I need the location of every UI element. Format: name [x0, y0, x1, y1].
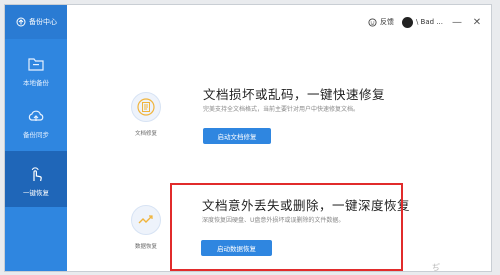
screen-frame: 备份中心 本地备份 备份同步 一键恢复 反馈 \ Bad ... — ✕ 文档修… [0, 0, 500, 275]
close-icon: ✕ [472, 16, 482, 28]
sidebar-item-one-click-restore[interactable]: 一键恢复 [5, 151, 67, 207]
feedback-button[interactable]: 反馈 [368, 17, 394, 27]
start-document-repair-button[interactable]: 启动文档修复 [203, 128, 271, 144]
card-caption: 文档修复 [134, 131, 157, 137]
avatar [401, 16, 413, 28]
data-recovery-icon [131, 205, 161, 235]
folder-icon [28, 58, 44, 71]
feedback-label: 反馈 [379, 18, 394, 26]
backup-logo-icon [16, 17, 26, 27]
hand-click-icon [31, 167, 42, 182]
close-button[interactable]: ✕ [471, 16, 483, 28]
sidebar-item-backup-sync[interactable]: 备份同步 [5, 99, 67, 151]
minimize-icon: — [452, 16, 462, 28]
highlight-box [170, 183, 403, 271]
sidebar-item-label: 一键恢复 [23, 189, 49, 197]
user-name: \ Bad ... [415, 18, 443, 26]
cloud-upload-icon [28, 110, 44, 121]
minimize-button[interactable]: — [451, 16, 463, 28]
sidebar: 备份中心 本地备份 备份同步 一键恢复 [5, 5, 67, 271]
user-menu[interactable]: \ Bad ... [401, 16, 443, 28]
document-icon [137, 98, 155, 116]
app-title: 备份中心 [29, 18, 57, 26]
app-title-bar: 备份中心 [5, 5, 67, 39]
sidebar-item-local-backup[interactable]: 本地备份 [5, 47, 67, 99]
card-caption: 数据恢复 [134, 244, 157, 250]
watermark: ぢ [432, 263, 440, 272]
sidebar-item-label: 本地备份 [23, 79, 49, 87]
sidebar-item-label: 备份同步 [23, 131, 49, 139]
trend-line-icon [138, 215, 153, 224]
title-bar: 反馈 \ Bad ... — ✕ [67, 5, 491, 39]
card-title: 文档损坏或乱码，一键快速修复 [203, 87, 386, 102]
card-description: 完美支持全文档格式，当前主要针对用户中快速修复文档。 [203, 106, 360, 113]
feedback-icon [368, 17, 377, 27]
document-repair-icon [131, 92, 161, 122]
